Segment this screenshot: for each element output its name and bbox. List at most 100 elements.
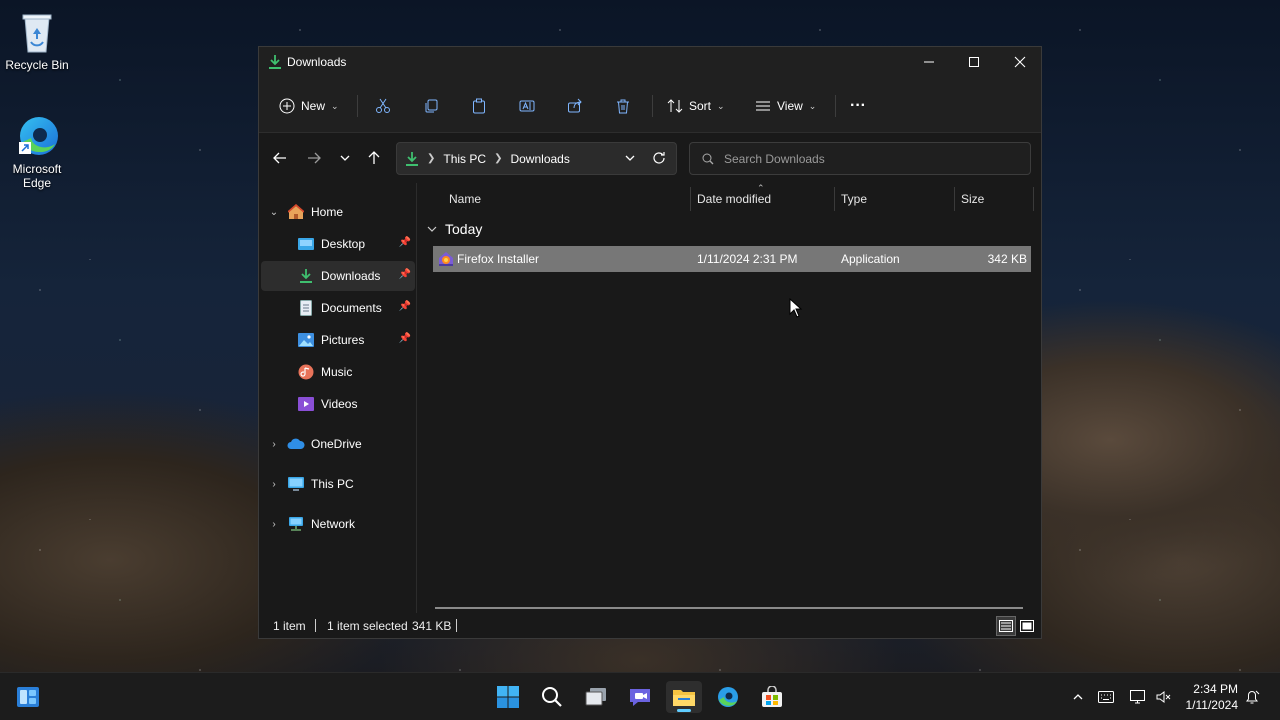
address-bar[interactable]: ❯ This PC ❯ Downloads <box>396 142 677 175</box>
cut-button[interactable] <box>375 91 391 121</box>
sidebar-item-home[interactable]: ⌄ Home <box>261 197 415 227</box>
sidebar-item-pictures[interactable]: Pictures 📌 <box>261 325 415 355</box>
copy-button[interactable] <box>423 91 439 121</box>
notifications-button[interactable] <box>1240 685 1264 709</box>
sidebar-item-label: This PC <box>311 477 354 491</box>
edge-icon <box>718 687 738 707</box>
desktop-icon-recycle-bin[interactable]: Recycle Bin <box>0 8 74 72</box>
minimize-button[interactable] <box>906 47 952 77</box>
folder-icon <box>673 690 695 706</box>
mouse-cursor-icon <box>789 298 803 318</box>
chat-button[interactable] <box>622 681 658 713</box>
sidebar-item-videos[interactable]: Videos <box>261 389 415 419</box>
installer-icon <box>437 250 455 271</box>
refresh-button[interactable] <box>652 151 666 168</box>
view-button[interactable]: View ⌄ <box>755 91 816 121</box>
column-divider[interactable] <box>954 187 955 211</box>
column-header-size[interactable]: Size <box>961 183 984 215</box>
toolbar-divider <box>357 95 358 117</box>
monitor-network-icon <box>1130 690 1145 704</box>
column-header-name[interactable]: Name <box>449 183 481 215</box>
column-divider[interactable] <box>690 187 691 211</box>
home-icon <box>287 204 305 220</box>
search-box[interactable] <box>689 142 1031 175</box>
sidebar-item-onedrive[interactable]: › OneDrive <box>261 429 415 459</box>
file-size: 342 KB <box>987 252 1027 266</box>
breadcrumb-this-pc[interactable]: This PC <box>443 152 486 166</box>
paste-button[interactable] <box>471 91 487 121</box>
volume-button[interactable] <box>1152 685 1176 709</box>
file-type: Application <box>841 252 900 266</box>
taskbar-widgets-button[interactable] <box>10 681 46 713</box>
tiles-view-button[interactable] <box>1017 616 1037 636</box>
column-header-type[interactable]: Type <box>841 183 867 215</box>
breadcrumb-downloads[interactable]: Downloads <box>510 152 569 166</box>
file-explorer-taskbar-button[interactable] <box>666 681 702 713</box>
forward-button[interactable] <box>302 146 326 170</box>
status-bar: 1 item 1 item selected 341 KB <box>259 613 1041 639</box>
arrow-left-icon <box>273 152 286 164</box>
pin-icon: 📌 <box>398 333 411 344</box>
taskbar-clock[interactable]: 2:34 PM 1/11/2024 <box>1186 681 1239 713</box>
recycle-bin-icon <box>13 8 61 56</box>
sidebar-item-this-pc[interactable]: › This PC <box>261 469 415 499</box>
teams-chat-icon <box>630 689 650 706</box>
horizontal-scrollbar[interactable] <box>435 607 1023 609</box>
videos-icon <box>297 396 315 412</box>
title-bar[interactable]: Downloads <box>259 47 1041 77</box>
column-divider[interactable] <box>834 187 835 211</box>
more-options-button[interactable]: ··· <box>850 91 866 121</box>
task-view-button[interactable] <box>578 681 614 713</box>
network-status-button[interactable] <box>1126 685 1150 709</box>
item-count: 1 item <box>273 619 306 633</box>
details-view-button[interactable] <box>996 616 1016 636</box>
sidebar-item-downloads[interactable]: Downloads 📌 <box>261 261 415 291</box>
up-button[interactable] <box>362 146 386 170</box>
close-button[interactable] <box>997 47 1043 77</box>
sidebar-item-label: Desktop <box>321 237 366 251</box>
desktop-icon-edge[interactable]: Microsoft Edge <box>0 112 74 190</box>
arrow-right-icon <box>308 152 321 164</box>
maximize-button[interactable] <box>951 47 997 77</box>
store-taskbar-button[interactable] <box>754 681 790 713</box>
chevron-down-icon <box>340 155 350 161</box>
delete-button[interactable] <box>615 91 631 121</box>
file-row[interactable]: Firefox Installer 1/11/2024 2:31 PM Appl… <box>433 246 1031 272</box>
view-list-icon <box>756 101 770 111</box>
recent-locations-button[interactable] <box>333 146 357 170</box>
pictures-icon <box>297 332 315 348</box>
sidebar-item-network[interactable]: › Network <box>261 509 415 539</box>
task-view-icon <box>585 688 606 706</box>
back-button[interactable] <box>268 146 292 170</box>
share-icon <box>568 98 582 113</box>
sidebar-item-label: Videos <box>321 397 358 411</box>
tiles-view-icon <box>1020 620 1034 632</box>
new-button[interactable]: New ⌄ <box>279 91 339 121</box>
chevron-up-icon <box>1073 694 1083 700</box>
scissors-icon <box>376 98 390 113</box>
status-divider <box>456 619 457 632</box>
pin-icon: 📌 <box>398 237 411 248</box>
share-button[interactable] <box>567 91 583 121</box>
sidebar-item-music[interactable]: Music <box>261 357 415 387</box>
sidebar-item-desktop[interactable]: Desktop 📌 <box>261 229 415 259</box>
group-header-today[interactable]: Today <box>427 221 482 237</box>
sidebar-item-label: OneDrive <box>311 437 362 451</box>
input-indicator-button[interactable] <box>1094 685 1118 709</box>
chevron-right-icon: › <box>272 478 276 490</box>
chevron-down-icon: ⌄ <box>717 100 725 111</box>
start-button[interactable] <box>490 681 526 713</box>
pin-icon: 📌 <box>398 269 411 280</box>
search-input[interactable] <box>724 151 1004 166</box>
edge-taskbar-button[interactable] <box>710 681 746 713</box>
address-history-button[interactable] <box>624 152 636 167</box>
sort-button[interactable]: Sort ⌄ <box>667 91 725 121</box>
sidebar-item-documents[interactable]: Documents 📌 <box>261 293 415 323</box>
volume-muted-icon <box>1156 691 1171 703</box>
chevron-down-icon: ⌄ <box>808 100 817 111</box>
column-divider[interactable] <box>1033 187 1034 211</box>
show-hidden-icons-button[interactable] <box>1066 685 1090 709</box>
search-button[interactable] <box>534 681 570 713</box>
rename-button[interactable] <box>519 91 535 121</box>
computer-icon <box>287 476 305 492</box>
